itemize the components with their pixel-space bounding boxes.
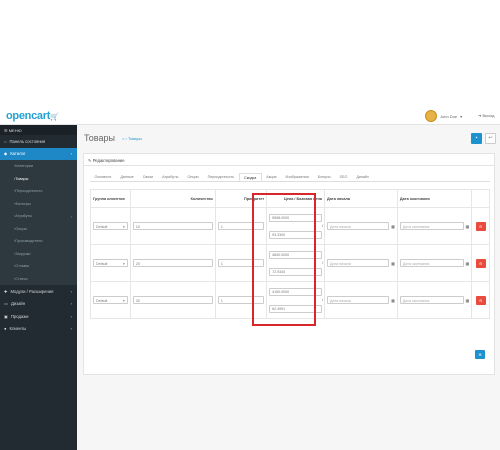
minus-circle-icon: ⊖: [478, 223, 483, 229]
chevron-down-icon: ▾: [460, 113, 463, 119]
sidebar-item-customers[interactable]: ● Клиенты ›: [0, 323, 77, 336]
sidebar-subitem-articles[interactable]: › Статьи: [0, 272, 77, 285]
quantity-field[interactable]: 30: [132, 296, 213, 304]
logout-link[interactable]: ➜ Выход: [478, 113, 494, 118]
sidebar-subitem-reviews[interactable]: › Отзывы: [0, 260, 77, 273]
tab-discount[interactable]: Скидка: [238, 173, 262, 181]
tags-icon: ◆: [4, 151, 8, 157]
sidebar-subitem-recurring[interactable]: › Периодичность: [0, 185, 77, 198]
chevron-down-icon: ▾: [123, 261, 125, 266]
sidebar-item-catalog[interactable]: ◆ Каталог ›: [0, 147, 77, 160]
price-separator: /: [322, 297, 324, 302]
tab-rewards[interactable]: Бонусы: [313, 173, 335, 181]
sidebar-subitem-options[interactable]: › Опции: [0, 222, 77, 235]
customer-group-select[interactable]: Default ▾: [93, 296, 128, 304]
remove-button[interactable]: ⊖: [475, 295, 486, 305]
date-end-field[interactable]: Дата окончания: [399, 222, 464, 230]
tab-recurring[interactable]: Периодичность: [203, 173, 238, 181]
save-button[interactable]: ▪: [471, 133, 482, 144]
menu-header: ☰ МЕНЮ: [0, 125, 77, 135]
header-date-start: Дата начала: [324, 189, 398, 208]
customer-group-select[interactable]: Default ▾: [93, 259, 128, 267]
calendar-icon[interactable]: ▦: [391, 298, 395, 303]
calendar-icon[interactable]: ▦: [391, 261, 395, 266]
quantity-field[interactable]: 20: [132, 259, 213, 267]
tab-seo[interactable]: SEO: [335, 173, 352, 181]
page-title: Товары: [84, 133, 115, 143]
sidebar-item-extensions[interactable]: ✚ Модули / Расширения ›: [0, 285, 77, 298]
tab-attributes[interactable]: Атрибуты: [158, 173, 183, 181]
chevron-down-icon: ▾: [123, 224, 125, 229]
puzzle-icon: ✚: [4, 288, 8, 294]
pencil-icon: ✎: [88, 158, 92, 163]
date-end-field[interactable]: Дата окончания: [399, 259, 464, 267]
tab-options[interactable]: Опции: [183, 173, 203, 181]
calendar-icon[interactable]: ▦: [466, 298, 470, 303]
price-separator: /: [322, 223, 324, 228]
chevron-down-icon: ›: [70, 151, 72, 157]
save-icon: ▪: [475, 135, 478, 141]
tab-data[interactable]: Данные: [116, 173, 138, 181]
calendar-icon[interactable]: ▦: [466, 261, 470, 266]
tab-general[interactable]: Основное: [90, 173, 116, 181]
header-date-end: Дата окончания: [396, 189, 473, 208]
reply-icon: ↩: [488, 135, 493, 141]
header-actions: [471, 189, 490, 208]
tab-special[interactable]: Акция: [262, 173, 281, 181]
monitor-icon: ▭: [4, 301, 8, 307]
add-discount-button[interactable]: ⊕: [475, 350, 485, 359]
dashboard-icon: ⌂: [4, 138, 7, 144]
opencart-logo[interactable]: opencart🛒: [6, 110, 59, 122]
plus-circle-icon: ⊕: [478, 352, 482, 357]
page-header: Товары ⌂ › Товары ▪ ↩: [77, 125, 500, 151]
sidebar-subitem-manufacturers[interactable]: › Производители: [0, 235, 77, 248]
avatar: [425, 110, 437, 122]
tabs: Основное Данные Связи Атрибуты Опции Пер…: [90, 173, 490, 182]
header-quantity: Количество: [129, 189, 216, 208]
sidebar-subitem-attributes[interactable]: › Атрибуты ›: [0, 210, 77, 223]
user-name: John Doe: [440, 113, 458, 119]
tab-design[interactable]: Дизайн: [352, 173, 373, 181]
sidebar-item-dashboard[interactable]: ⌂ Панель состояния: [0, 135, 77, 148]
user-menu[interactable]: John Doe ▾: [425, 110, 462, 122]
minus-circle-icon: ⊖: [478, 297, 483, 303]
tab-links[interactable]: Связи: [138, 173, 157, 181]
user-icon: ●: [4, 326, 7, 332]
home-icon: ⌂: [122, 136, 125, 141]
sidebar: ☰ МЕНЮ ⌂ Панель состояния ◆ Каталог › › Кат…: [0, 125, 77, 450]
quantity-field[interactable]: 10: [132, 222, 213, 230]
date-start-field[interactable]: Дата начала: [327, 222, 390, 230]
sign-out-icon: ➜: [478, 113, 482, 118]
cart-icon: ▣: [4, 313, 8, 319]
sidebar-subitem-categories[interactable]: › Категории: [0, 160, 77, 173]
remove-button[interactable]: ⊖: [475, 221, 486, 231]
chevron-down-icon: ▾: [123, 298, 125, 303]
top-bar: opencart🛒 John Doe ▾ ➜ Выход: [0, 0, 500, 125]
minus-circle-icon: ⊖: [478, 260, 483, 266]
header-customer-group: Группа клиентов: [90, 189, 131, 208]
date-start-field[interactable]: Дата начала: [327, 259, 390, 267]
remove-button[interactable]: ⊖: [475, 258, 486, 268]
sidebar-subitem-downloads[interactable]: › Загрузки: [0, 247, 77, 260]
cart-logo-icon: 🛒: [50, 114, 59, 121]
price-column-highlight: [252, 193, 316, 326]
date-start-field[interactable]: Дата начала: [327, 296, 390, 304]
back-button[interactable]: ↩: [485, 133, 496, 144]
sidebar-item-sales[interactable]: ▣ Продажи ›: [0, 310, 77, 323]
price-separator: /: [322, 260, 324, 265]
tab-images[interactable]: Изображения: [281, 173, 313, 181]
panel-heading: ✎ Редактирование: [84, 154, 494, 166]
date-end-field[interactable]: Дата окончания: [399, 296, 464, 304]
sidebar-subitem-products[interactable]: › Товары: [0, 172, 77, 185]
breadcrumb[interactable]: ⌂ › Товары: [122, 136, 142, 141]
calendar-icon[interactable]: ▦: [391, 224, 395, 229]
sidebar-item-design[interactable]: ▭ Дизайн ›: [0, 298, 77, 311]
calendar-icon[interactable]: ▦: [466, 224, 470, 229]
customer-group-select[interactable]: Default ▾: [93, 222, 128, 230]
sidebar-subitem-filters[interactable]: › Фильтры: [0, 197, 77, 210]
